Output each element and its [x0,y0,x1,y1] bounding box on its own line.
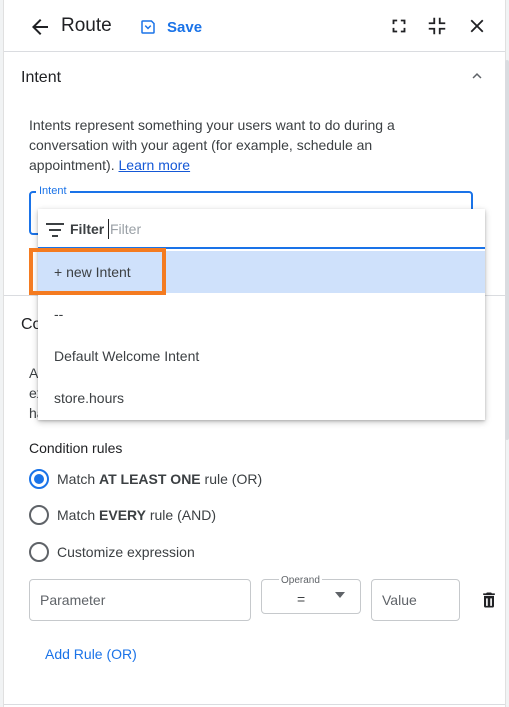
filter-icon [46,223,64,237]
radio-label: Match EVERY rule (AND) [57,507,216,523]
radio-match-at-least-one[interactable]: Match AT LEAST ONE rule (OR) [29,469,262,489]
operand-value: = [297,591,306,607]
back-arrow-icon[interactable] [28,15,52,39]
radio-label: Match AT LEAST ONE rule (OR) [57,471,263,487]
save-label: Save [167,18,203,36]
intent-field-label: Intent [36,185,70,197]
filter-input[interactable] [108,219,408,239]
menu-item-new-intent[interactable]: + new Intent [38,251,485,293]
parameter-input[interactable]: Parameter [29,579,251,621]
radio-button[interactable] [29,469,49,489]
save-icon [141,20,155,34]
intent-dropdown-menu: Filter + new Intent -- Default Welcome I… [38,209,485,420]
intent-description: Intents represent something your users w… [29,117,395,173]
operand-label: Operand [279,575,322,586]
fullscreen-icon[interactable] [388,15,410,37]
radio-label: Customize expression [57,544,195,560]
radio-button[interactable] [29,542,49,562]
menu-item-none[interactable]: -- [38,293,485,335]
add-rule-button[interactable]: Add Rule (OR) [45,646,137,662]
menu-item-default-welcome-intent[interactable]: Default Welcome Intent [38,335,485,377]
chevron-up-icon[interactable] [468,67,486,85]
save-button[interactable]: Save [139,14,202,40]
radio-match-every[interactable]: Match EVERY rule (AND) [29,505,216,525]
value-input[interactable]: Value [371,579,460,621]
radio-button[interactable] [29,505,49,525]
intent-section-title: Intent [21,69,62,86]
filter-label: Filter [70,221,105,237]
menu-item-store-hours[interactable]: store.hours [38,377,485,419]
radio-customize-expression[interactable]: Customize expression [29,542,195,562]
scrollbar[interactable] [505,60,509,440]
page-title: Route [61,15,112,36]
dropdown-arrow-icon [335,592,345,598]
exit-fullscreen-icon[interactable] [426,15,448,37]
menu-filter: Filter [38,209,485,249]
condition-rules-label: Condition rules [29,440,123,456]
section-divider [4,704,505,705]
trash-icon[interactable] [479,590,499,610]
panel-header: Route Save [4,0,505,52]
close-icon[interactable] [466,15,488,37]
learn-more-link[interactable]: Learn more [119,157,191,173]
